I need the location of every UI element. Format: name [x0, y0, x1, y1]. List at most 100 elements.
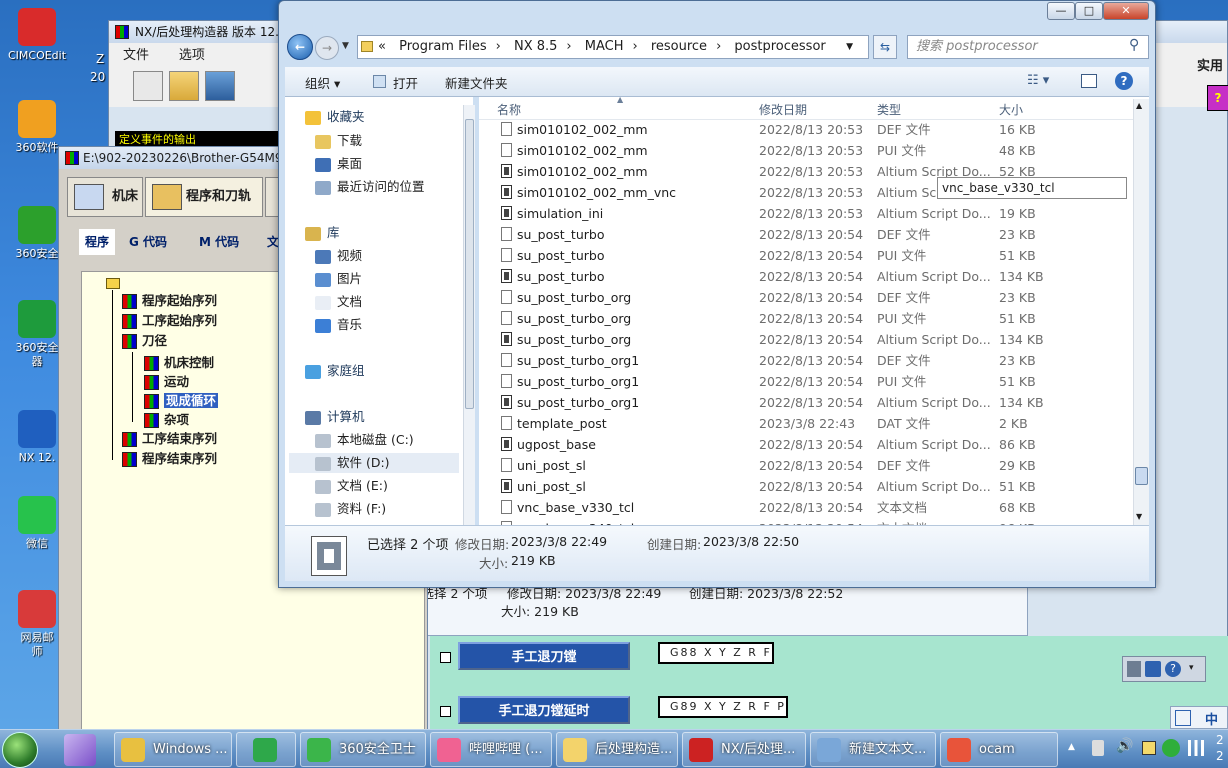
help-question-icon[interactable]: ?	[1207, 85, 1228, 111]
ime-help-icon[interactable]: ?	[1165, 661, 1181, 677]
taskbar-item[interactable]: ocam	[940, 732, 1058, 767]
organize-button[interactable]: 组织 ▾	[305, 73, 340, 92]
collapse-toggle-1[interactable]	[440, 652, 451, 663]
nav-homegroup[interactable]: 家庭组	[305, 361, 365, 381]
col-date-header[interactable]: 修改日期	[759, 101, 807, 118]
nav-lib-item[interactable]: 视频	[315, 246, 362, 266]
scroll-down-icon[interactable]: ▼	[1136, 512, 1142, 521]
manual-retract-bore-dwell-code[interactable]: G89 X Y Z R F P	[658, 696, 788, 718]
col-name-header[interactable]: 名称	[497, 101, 521, 118]
menu-options[interactable]: 选项	[179, 48, 205, 63]
address-bar[interactable]: « Program Files › NX 8.5 › MACH › resource ›…	[357, 35, 869, 59]
search-input[interactable]: 搜索 postprocessor	[907, 35, 1149, 59]
file-row[interactable]: vnc_base_v340_tcl 2022/8/13 20:54 文本文档 96 K…	[479, 518, 1139, 525]
file-row[interactable]: uni_post_sl 2022/8/13 20:54 Altium Script …	[479, 476, 1139, 497]
crumb-nx85[interactable]: NX 8.5	[514, 39, 557, 54]
collapse-toggle-2[interactable]	[440, 706, 451, 717]
taskbar-item[interactable]: 哔哩哔哩 (...	[430, 732, 552, 767]
network-icon[interactable]	[1188, 740, 1204, 756]
tree-node[interactable]: 工序起始序列	[122, 312, 217, 330]
file-row[interactable]: su_post_turbo_org1 2022/8/13 20:54 Altium …	[479, 392, 1139, 413]
file-row[interactable]: su_post_turbo 2022/8/13 20:54 Altium Scrip…	[479, 266, 1139, 287]
search-icon[interactable]: ⚲	[1129, 37, 1139, 53]
file-row[interactable]: su_post_turbo 2022/8/13 20:54 PUI 文件 51 KB	[479, 245, 1139, 266]
open-folder-icon[interactable]	[168, 71, 199, 101]
language-bar[interactable]: ? ▾	[1122, 656, 1206, 682]
col-size-header[interactable]: 大小	[999, 101, 1023, 118]
ime-menu-icon[interactable]: ▾	[1189, 663, 1194, 673]
nav-computer[interactable]: 计算机	[305, 407, 365, 427]
new-folder-button[interactable]: 新建文件夹	[445, 73, 508, 92]
view-options-icon[interactable]: ☷ ▾	[1027, 73, 1049, 88]
crumb-resource[interactable]: resource	[651, 39, 707, 54]
file-list-scrollbar[interactable]: ▲ ▼	[1133, 99, 1149, 525]
refresh-icon[interactable]: ⇆	[873, 35, 897, 59]
tray-expand-icon[interactable]: ▲	[1068, 742, 1075, 752]
file-row[interactable]: su_post_turbo_org1 2022/8/13 20:54 DEF 文件 2…	[479, 350, 1139, 371]
crumb-program-files[interactable]: Program Files	[399, 39, 487, 54]
file-row[interactable]: simulation_ini 2022/8/13 20:53 Altium Scri…	[479, 203, 1139, 224]
nav-scrollbar[interactable]	[463, 105, 475, 525]
preview-pane-icon[interactable]	[1081, 74, 1097, 88]
tree-node[interactable]: 工序结束序列	[122, 430, 217, 448]
menu-file[interactable]: 文件	[123, 48, 149, 63]
clock-line2[interactable]: 2	[1216, 749, 1224, 763]
scroll-up-icon[interactable]: ▲	[1136, 101, 1142, 110]
taskbar-item[interactable]	[236, 732, 296, 767]
file-row[interactable]: uni_post_sl 2022/8/13 20:54 DEF 文件 29 KB	[479, 455, 1139, 476]
nav-lib-item[interactable]: 音乐	[315, 315, 362, 335]
open-button[interactable]: 打开	[393, 73, 418, 92]
new-file-icon[interactable]	[133, 71, 163, 101]
tab-program-toolpath[interactable]: 程序和刀轨	[145, 177, 263, 217]
save-icon[interactable]	[204, 71, 235, 101]
nav-drive[interactable]: 软件 (D:)	[289, 453, 459, 473]
nav-drive[interactable]: 本地磁盘 (C:)	[315, 430, 414, 450]
forward-button[interactable]: →	[315, 36, 339, 60]
battery-icon[interactable]	[1142, 741, 1156, 755]
ime-lang-label[interactable]: 中	[1205, 709, 1218, 728]
file-row[interactable]: su_post_turbo 2022/8/13 20:54 DEF 文件 23 KB	[479, 224, 1139, 245]
nav-fav-item[interactable]: 下载	[315, 131, 362, 151]
maximize-button[interactable]: □	[1075, 2, 1103, 20]
file-row[interactable]: sim010102_002_mm 2022/8/13 20:53 PUI 文件 48 …	[479, 140, 1139, 161]
file-row[interactable]: su_post_turbo_org 2022/8/13 20:54 DEF 文件 23…	[479, 287, 1139, 308]
file-row[interactable]: vnc_base_v330_tcl 2022/8/13 20:54 文本文档 68 K…	[479, 497, 1139, 518]
nav-drive[interactable]: 文档 (E:)	[315, 476, 388, 496]
minimize-button[interactable]: —	[1047, 2, 1075, 20]
file-row[interactable]: ugpost_base 2022/8/13 20:54 Altium Script …	[479, 434, 1139, 455]
tree-node[interactable]: 刀径	[122, 332, 167, 350]
pen-icon[interactable]	[1145, 661, 1161, 677]
help-icon[interactable]: ?	[1115, 72, 1133, 90]
file-row[interactable]: sim010102_002_mm 2022/8/13 20:53 DEF 文件 16 …	[479, 119, 1139, 140]
nav-fav-item[interactable]: 桌面	[315, 154, 362, 174]
tree-node[interactable]: 机床控制	[144, 354, 214, 372]
pinned-feather-icon[interactable]	[64, 734, 96, 766]
back-button[interactable]: ←	[287, 34, 313, 60]
tree-node[interactable]: 程序起始序列	[122, 292, 217, 310]
clock-line1[interactable]: 2	[1216, 733, 1224, 747]
ime-toggle-icon[interactable]	[1175, 710, 1191, 726]
360-tray-icon[interactable]	[1162, 739, 1180, 757]
tree-node[interactable]: 杂项	[144, 411, 189, 429]
col-type-header[interactable]: 类型	[877, 101, 901, 118]
tree-node[interactable]: 现成循环	[144, 392, 219, 410]
taskbar-item[interactable]: NX/后处理...	[682, 732, 806, 767]
crumb-postprocessor[interactable]: postprocessor	[734, 39, 825, 54]
start-button[interactable]	[2, 732, 38, 768]
nav-lib-item[interactable]: 文档	[315, 292, 362, 312]
taskbar-item[interactable]: 后处理构造...	[556, 732, 678, 767]
address-dropdown-icon[interactable]: ▼	[846, 36, 853, 58]
ime-mode-bar[interactable]: 中	[1170, 706, 1228, 729]
history-dropdown-icon[interactable]: ▼	[342, 41, 349, 51]
nav-favorites[interactable]: 收藏夹	[305, 107, 365, 127]
taskbar-item[interactable]: 360安全卫士	[300, 732, 426, 767]
crumb-mach[interactable]: MACH	[585, 39, 624, 54]
taskbar-item[interactable]: Windows ...	[114, 732, 232, 767]
subtab-g-code[interactable]: G 代码	[129, 229, 167, 255]
tray-app-icon[interactable]	[1092, 740, 1104, 756]
file-row[interactable]: su_post_turbo_org1 2022/8/13 20:54 PUI 文件 5…	[479, 371, 1139, 392]
manual-retract-bore-dwell-button[interactable]: 手工退刀镗延时	[458, 696, 630, 724]
nav-drive[interactable]: 资料 (F:)	[315, 499, 386, 519]
tab-machine[interactable]: 机床	[67, 177, 143, 217]
manual-retract-bore-code[interactable]: G88 X Y Z R F	[658, 642, 774, 664]
